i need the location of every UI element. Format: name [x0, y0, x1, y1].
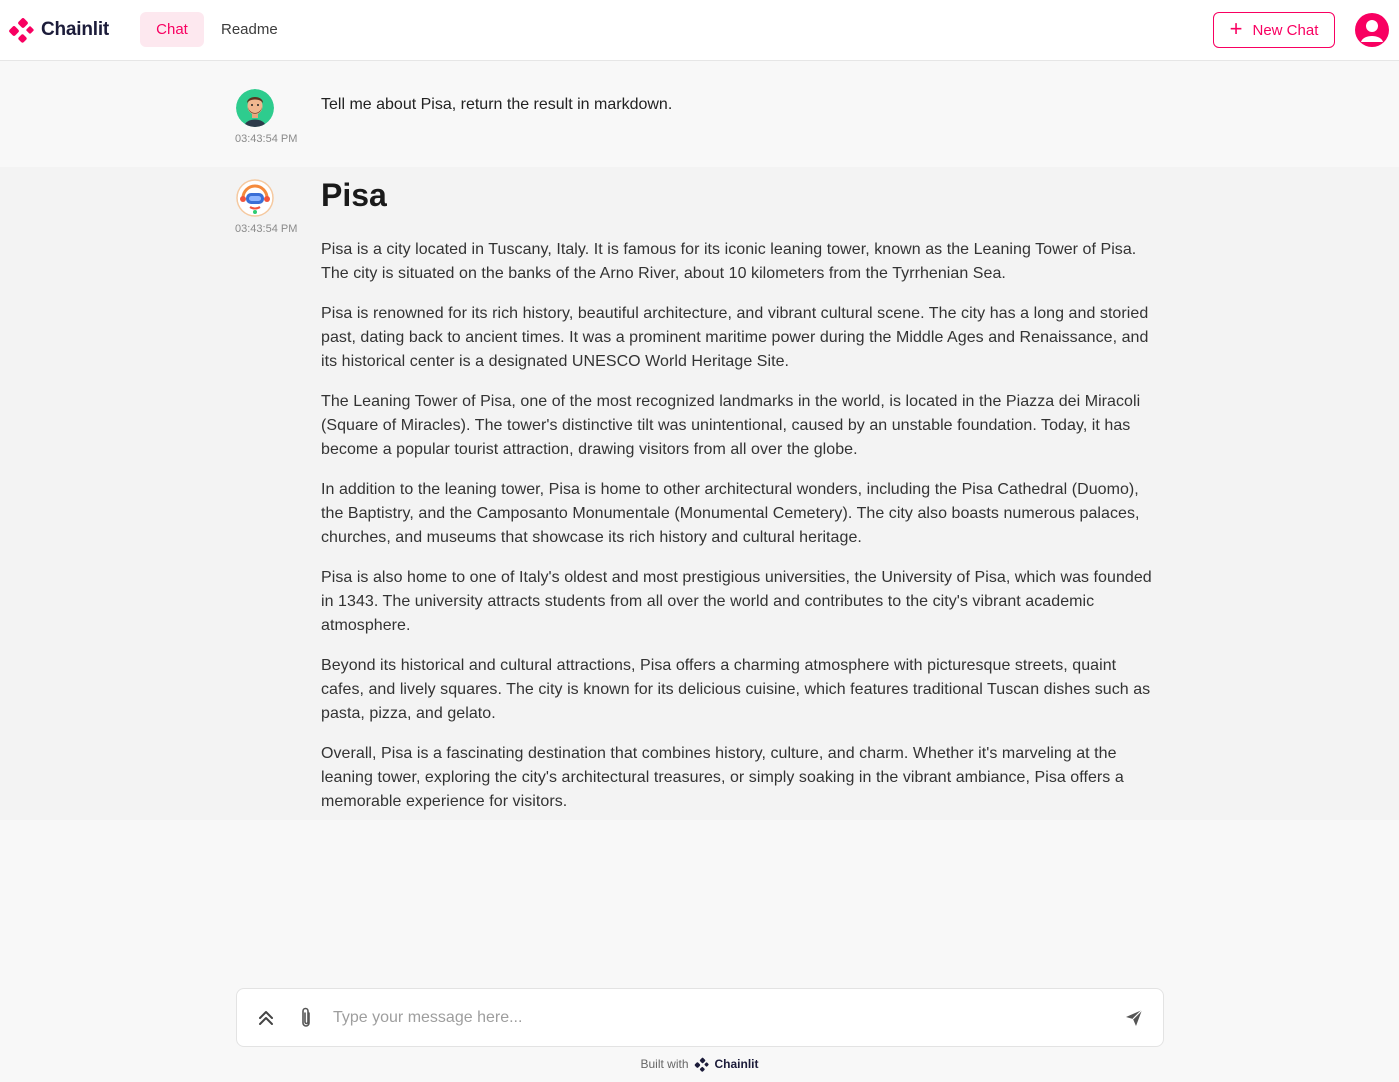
- plus-icon: +: [1229, 16, 1243, 41]
- footer-brand[interactable]: Chainlit: [715, 1057, 759, 1071]
- message-timestamp: 03:43:54 PM: [235, 223, 298, 235]
- send-icon[interactable]: [1123, 1007, 1145, 1029]
- user-account-button[interactable]: [1355, 13, 1389, 47]
- chainlit-logo[interactable]: Chainlit: [8, 17, 109, 43]
- assistant-markdown: Pisa Pisa is a city located in Tuscany, …: [321, 177, 1157, 830]
- answer-paragraph: Pisa is also home to one of Italy's olde…: [321, 569, 1152, 634]
- message-timestamp: 03:43:54 PM: [235, 133, 298, 145]
- user-message-text: Tell me about Pisa, return the result in…: [321, 96, 673, 113]
- user-avatar-icon: [236, 89, 274, 127]
- tab-readme[interactable]: Readme: [204, 12, 295, 47]
- paperclip-icon[interactable]: [295, 1007, 317, 1029]
- top-navbar: Chainlit Chat Readme + New Chat: [0, 0, 1399, 61]
- message-input[interactable]: [333, 1004, 1113, 1032]
- tab-chat[interactable]: Chat: [140, 12, 204, 47]
- answer-paragraph: Beyond its historical and cultural attra…: [321, 657, 1151, 722]
- assistant-message: 03:43:54 PM Pisa Pisa is a city located …: [0, 167, 1399, 820]
- new-chat-button[interactable]: + New Chat: [1213, 12, 1335, 48]
- answer-paragraph: The Leaning Tower of Pisa, one of the mo…: [321, 393, 1141, 458]
- app-name: Chainlit: [41, 19, 110, 40]
- message-composer: [236, 988, 1164, 1047]
- new-chat-label: New Chat: [1252, 21, 1319, 39]
- footer-attribution: Built with Chainlit: [0, 1055, 1399, 1073]
- answer-paragraph: Pisa is a city located in Tuscany, Italy…: [321, 241, 1137, 282]
- built-with-text: Built with: [640, 1057, 689, 1071]
- answer-paragraph: Pisa is renowned for its rich history, b…: [321, 305, 1149, 370]
- user-message: 03:43:54 PM Tell me about Pisa, return t…: [0, 61, 1399, 167]
- expand-up-icon[interactable]: [255, 1007, 277, 1029]
- bot-avatar-icon: [236, 179, 274, 217]
- answer-paragraph: Overall, Pisa is a fascinating destinati…: [321, 745, 1124, 810]
- chainlit-logo-icon: [9, 18, 34, 43]
- answer-heading: Pisa: [321, 177, 387, 213]
- account-icon: [1361, 20, 1383, 42]
- answer-paragraph: In addition to the leaning tower, Pisa i…: [321, 481, 1140, 546]
- chainlit-logo-icon: [694, 1057, 709, 1072]
